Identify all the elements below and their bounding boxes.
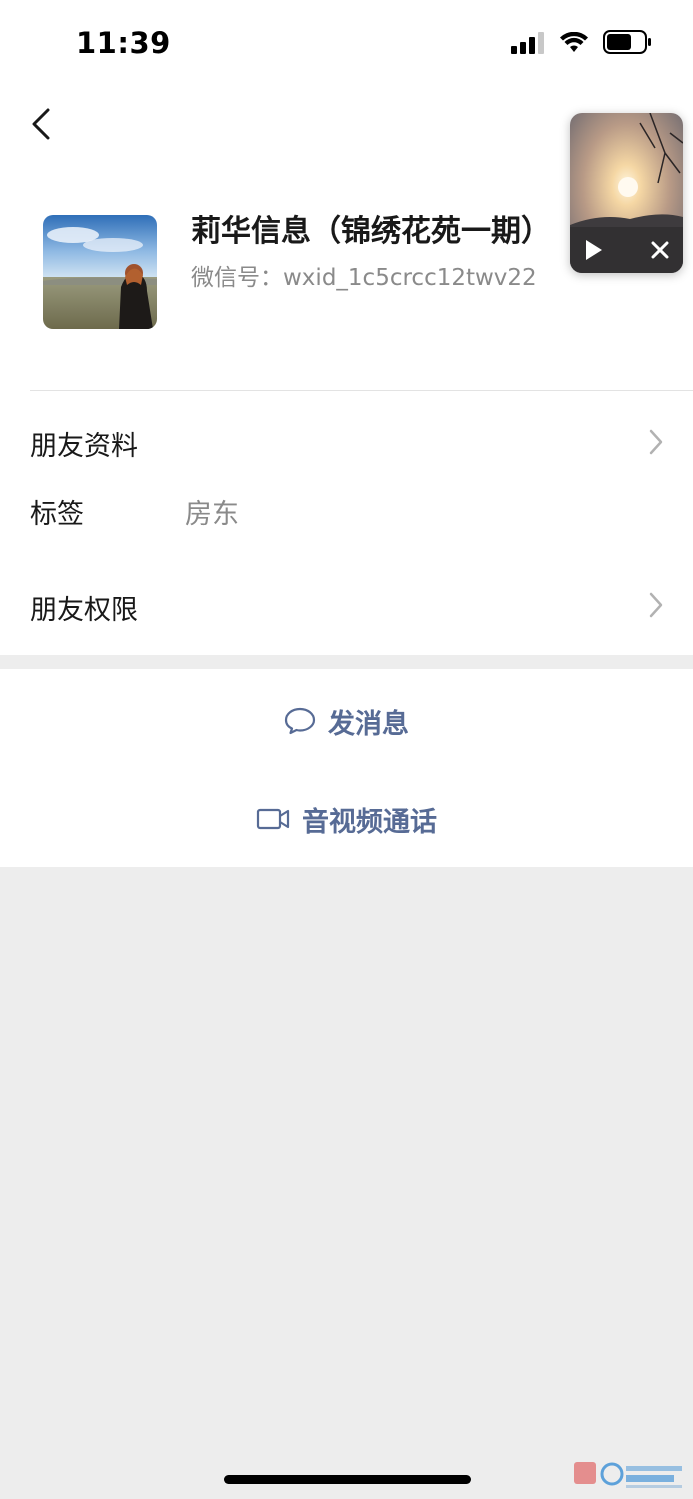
play-icon[interactable] [584, 239, 604, 261]
section-divider [30, 390, 693, 391]
contact-name: 莉华信息（锦绣花苑一期） [191, 214, 551, 249]
video-call-label: 音视频通话 [302, 806, 437, 838]
chat-bubble-icon [284, 707, 316, 735]
tag-value: 房东 [185, 499, 239, 530]
actions-panel: 发消息 音视频通话 [0, 669, 693, 867]
site-watermark [572, 1448, 687, 1492]
video-call-button[interactable]: 音视频通话 [0, 797, 693, 841]
video-controls [570, 227, 683, 273]
send-message-button[interactable]: 发消息 [0, 699, 693, 743]
close-icon[interactable] [651, 241, 669, 259]
profile-panel: 11:39 莉华信息（锦绣花苑一期） 微信号：wxid_1c5crcc12twv… [0, 0, 693, 655]
wifi-icon [560, 32, 588, 52]
status-time: 11:39 [76, 26, 171, 60]
back-arrow-icon[interactable] [26, 104, 62, 144]
friend-info-label: 朋友资料 [30, 431, 138, 462]
video-camera-icon [256, 808, 290, 830]
chevron-right-icon [649, 429, 663, 455]
watermark-logo [574, 1462, 682, 1488]
home-indicator [224, 1475, 471, 1484]
battery-icon [603, 30, 651, 54]
send-message-label: 发消息 [328, 708, 409, 740]
avatar-image [43, 215, 157, 329]
status-icons [511, 30, 653, 54]
chevron-right-icon [649, 592, 663, 618]
cellular-signal-icon [511, 32, 544, 54]
friend-permissions-label: 朋友权限 [30, 595, 138, 626]
floating-video-window[interactable] [570, 113, 683, 273]
avatar[interactable] [43, 215, 157, 329]
wechat-id: 微信号：wxid_1c5crcc12twv22 [191, 265, 537, 291]
tag-label: 标签 [30, 499, 84, 530]
